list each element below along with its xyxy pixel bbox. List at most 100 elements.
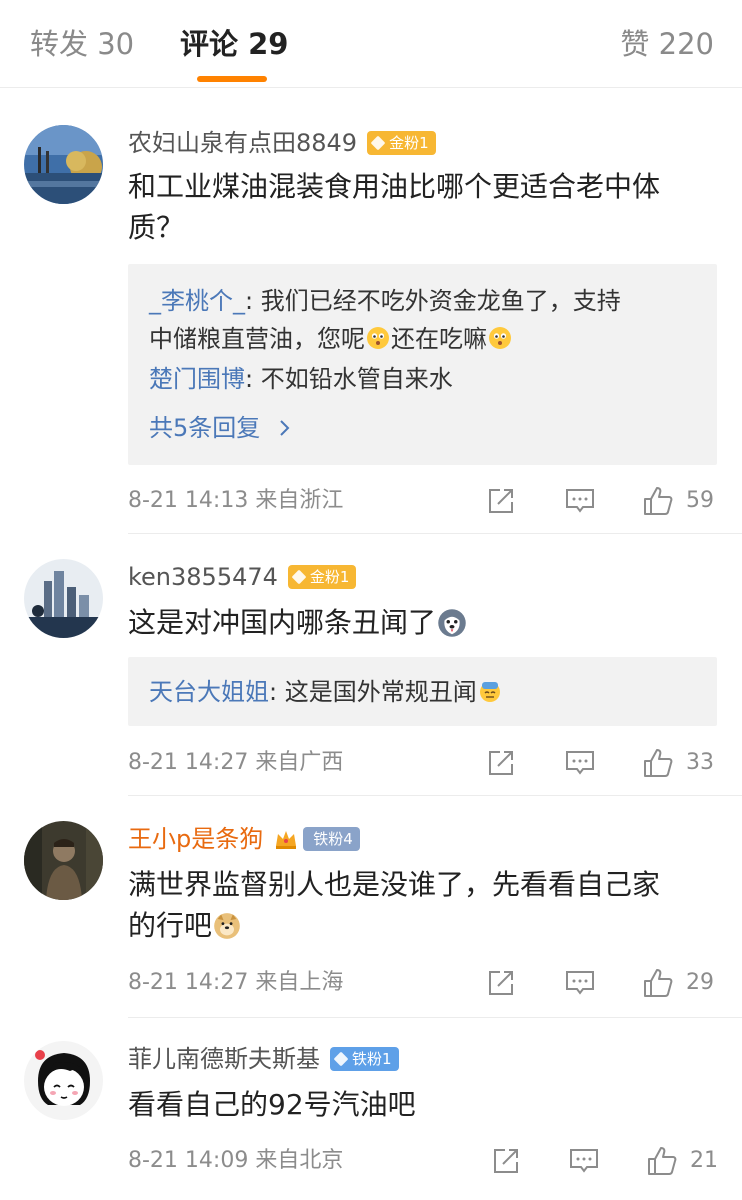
- comment-icon: [570, 1149, 598, 1173]
- username[interactable]: 王小p是条狗: [128, 824, 263, 854]
- like-count: 59: [686, 488, 714, 513]
- comment-meta: 8-21 14:13 来自浙江 59: [128, 483, 718, 519]
- thinking-emoji-icon: [489, 327, 511, 349]
- comment-item: 菲儿南德斯夫斯基 铁粉1 看看自己的92号汽油吧 8-21 14:09 来自北京…: [0, 1018, 742, 1200]
- avatar[interactable]: [24, 559, 103, 638]
- avatar-person-image: [24, 821, 103, 900]
- avatar[interactable]: [24, 1041, 103, 1120]
- reply-item[interactable]: 楚门围博: 不如铅水管自来水: [149, 360, 697, 398]
- thumbs-up-icon: [644, 969, 673, 997]
- reply-text: : 不如铅水管自来水: [245, 365, 453, 393]
- comment-text-line-wrap: 的行吧: [128, 905, 718, 946]
- avatar-cartoon-image: [24, 1041, 103, 1120]
- avatar-landscape-image: [24, 125, 103, 204]
- comment-item: 农妇山泉有点田8849 金粉1 和工业煤油混装食用油比哪个更适合老中体 质？ _…: [0, 88, 742, 534]
- reply-button[interactable]: [564, 483, 596, 519]
- comment-meta: 8-21 14:09 来自北京 21: [128, 1143, 718, 1179]
- username-row: 农妇山泉有点田8849 金粉1: [128, 126, 436, 160]
- more-replies-link[interactable]: 共5条回复: [149, 410, 292, 446]
- comment-icon: [566, 971, 594, 995]
- share-icon: [489, 971, 513, 995]
- reply-box: _李桃个_: 我们已经不吃外资金龙鱼了，支持 中储粮直营油，您呢 还在吃嘛 楚门围…: [128, 264, 717, 465]
- reply-item[interactable]: _李桃个_: 我们已经不吃外资金龙鱼了，支持 中储粮直营油，您呢 还在吃嘛: [149, 282, 697, 358]
- more-replies-label: 共5条回复: [149, 414, 261, 442]
- comment-text-line: 和工业煤油混装食用油比哪个更适合老中体: [128, 170, 661, 203]
- reply-text: : 这是国外常规丑闻: [269, 678, 477, 706]
- reply-username[interactable]: _李桃个_: [149, 287, 245, 315]
- comment-text-line: 质？: [128, 211, 185, 244]
- fan-badge[interactable]: 铁粉1: [330, 1047, 399, 1071]
- comment-text: 和工业煤油混装食用油比哪个更适合老中体 质？: [128, 166, 718, 248]
- like-button[interactable]: 59: [642, 483, 714, 519]
- reply-button[interactable]: [564, 745, 596, 781]
- avatar[interactable]: [24, 821, 103, 900]
- comment-time-location: 8-21 14:27 来自上海: [128, 970, 344, 995]
- comment-text: 这是对冲国内哪条丑闻了: [128, 602, 718, 643]
- fan-badge[interactable]: 金粉1: [287, 565, 357, 589]
- username[interactable]: ken3855474: [128, 562, 278, 592]
- reply-text: 还在吃嘛: [391, 325, 487, 353]
- username[interactable]: 农妇山泉有点田8849: [128, 128, 357, 158]
- fan-badge-label: 铁粉1: [352, 1050, 392, 1068]
- comment-text: 满世界监督别人也是没谁了，先看看自己家 的行吧: [128, 864, 718, 946]
- diamond-icon: [370, 135, 386, 151]
- username-row: ken3855474 金粉1: [128, 560, 357, 594]
- comment-text-line: 满世界监督别人也是没谁了，先看看自己家: [128, 868, 661, 901]
- comment-text-line: 的行吧: [128, 909, 213, 942]
- husky-emoji-icon: [438, 609, 466, 637]
- like-button[interactable]: 29: [642, 965, 714, 1001]
- username[interactable]: 菲儿南德斯夫斯基: [128, 1044, 320, 1074]
- like-button[interactable]: 21: [646, 1143, 718, 1179]
- reply-item[interactable]: 天台大姐姐: 这是国外常规丑闻: [149, 673, 697, 711]
- reply-text: : 我们已经不吃外资金龙鱼了，支持: [245, 287, 621, 315]
- share-button[interactable]: [486, 965, 516, 1001]
- fan-badge-label: 金粉1: [389, 134, 429, 152]
- reply-text: 中储粮直营油，您呢: [149, 325, 365, 353]
- username-row: 王小p是条狗 铁粉4: [128, 822, 360, 856]
- crown-icon: [276, 831, 297, 849]
- comment-time-location: 8-21 14:13 来自浙江: [128, 488, 344, 513]
- comment-icon: [566, 751, 594, 775]
- comment-meta: 8-21 14:27 来自上海 29: [128, 965, 718, 1001]
- share-button[interactable]: [486, 745, 516, 781]
- reply-button[interactable]: [568, 1143, 600, 1179]
- like-count: 33: [686, 750, 714, 775]
- reply-box: 天台大姐姐: 这是国外常规丑闻: [128, 657, 717, 726]
- fan-badge-label: 铁粉4: [313, 830, 353, 848]
- comment-text: 看看自己的92号汽油吧: [128, 1084, 718, 1125]
- diamond-icon: [333, 1051, 349, 1067]
- thinking-emoji-icon: [367, 327, 389, 349]
- comment-time-location: 8-21 14:27 来自广西: [128, 750, 344, 775]
- thumbs-up-icon: [644, 749, 673, 777]
- username-row: 菲儿南德斯夫斯基 铁粉1: [128, 1042, 399, 1076]
- tab-likes[interactable]: 赞 220: [620, 24, 714, 64]
- comment-text-line: 看看自己的92号汽油吧: [128, 1088, 416, 1121]
- comment-item: ken3855474 金粉1 这是对冲国内哪条丑闻了 天台大姐姐: 这是国外常规…: [0, 534, 742, 796]
- like-count: 21: [690, 1148, 718, 1173]
- sweat-emoji-icon: [479, 682, 500, 702]
- like-button[interactable]: 33: [642, 745, 714, 781]
- fan-badge-label: 金粉1: [309, 568, 350, 586]
- comment-text-line: 这是对冲国内哪条丑闻了: [128, 606, 437, 639]
- fan-badge[interactable]: 铁粉4: [303, 827, 360, 851]
- tab-comments[interactable]: 评论 29: [180, 24, 288, 64]
- active-tab-indicator: [197, 76, 267, 82]
- tab-repost[interactable]: 转发 30: [30, 24, 134, 64]
- avatar-city-image: [24, 559, 103, 638]
- avatar[interactable]: [24, 125, 103, 204]
- share-button[interactable]: [491, 1143, 521, 1179]
- thumbs-up-icon: [644, 487, 673, 515]
- share-button[interactable]: [486, 483, 516, 519]
- comment-time-location: 8-21 14:09 来自北京: [128, 1148, 344, 1173]
- reply-username[interactable]: 楚门围博: [149, 365, 245, 393]
- comment-meta: 8-21 14:27 来自广西 33: [128, 745, 718, 781]
- chevron-right-icon: [280, 420, 290, 436]
- comment-tabs: 转发 30 评论 29 赞 220: [0, 0, 742, 88]
- reply-username[interactable]: 天台大姐姐: [149, 678, 269, 706]
- share-icon: [489, 751, 513, 775]
- reply-button[interactable]: [564, 965, 596, 1001]
- fan-badge[interactable]: 金粉1: [367, 131, 436, 155]
- comment-icon: [566, 489, 594, 513]
- like-count: 29: [686, 970, 714, 995]
- share-icon: [494, 1149, 518, 1173]
